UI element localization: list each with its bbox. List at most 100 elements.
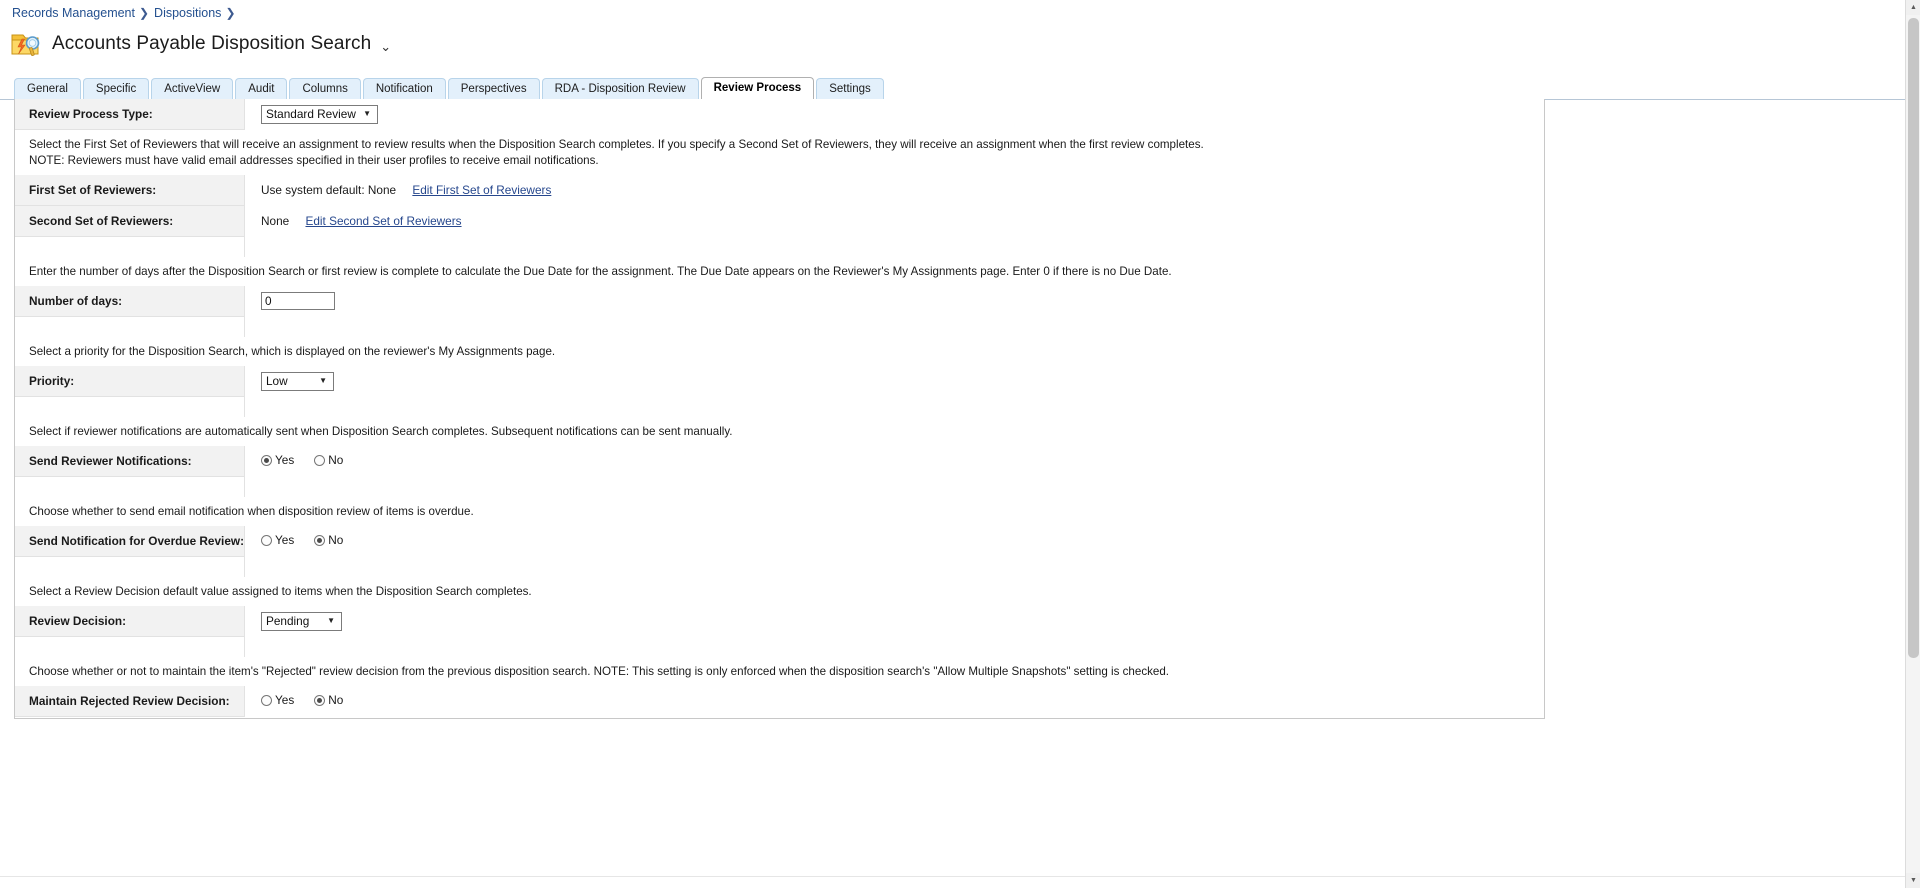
edit-second-set-of-reviewers-link[interactable]: Edit Second Set of Reviewers [305,214,461,228]
notifications-description-cell: Select if reviewer notifications are aut… [15,416,1544,446]
value-send-reviewer-notifications: Yes No [244,446,1544,477]
send-reviewer-notifications-no[interactable]: No [314,453,343,467]
radio-icon [261,454,272,466]
scroll-down-arrow[interactable]: ▼ [1906,873,1920,888]
breadcrumb: Records Management ❯ Dispositions ❯ [12,5,241,21]
value-first-set-of-reviewers: Use system default: None Edit First Set … [244,175,1544,206]
radio-label: Yes [275,533,295,548]
spacer-left [15,316,245,337]
tab-specific[interactable]: Specific [82,78,150,99]
send-notification-overdue-no[interactable]: No [314,533,343,547]
spacer-right [244,236,1544,257]
reviewers-note-text: NOTE: Reviewers must have valid email ad… [29,153,599,167]
scroll-thumb[interactable] [1908,18,1919,658]
label-maintain-rejected: Maintain Rejected Review Decision: [15,686,245,717]
row-notifications-description: Select if reviewer notifications are aut… [15,416,1544,446]
tab-perspectives[interactable]: Perspectives [447,78,540,99]
spacer-left [15,636,245,657]
label-second-set-of-reviewers: Second Set of Reviewers: [15,205,245,237]
maintain-rejected-no[interactable]: No [314,693,343,707]
spacer [15,476,1544,497]
row-reviewers-description: Select the First Set of Reviewers that w… [15,129,1544,175]
value-review-process-type: Standard Review ▼ [244,99,1544,130]
spacer [15,556,1544,577]
number-of-days-input[interactable] [261,292,335,310]
row-decision-description: Select a Review Decision default value a… [15,576,1544,606]
overdue-description-cell: Choose whether to send email notificatio… [15,496,1544,526]
tab-review-process[interactable]: Review Process [700,77,815,99]
label-send-notification-overdue: Send Notification for Overdue Review: [15,526,245,557]
spacer [15,396,1544,417]
radio-label: Yes [275,693,295,708]
breadcrumb-link-records-management[interactable]: Records Management [12,6,135,20]
priority-description-cell: Select a priority for the Disposition Se… [15,336,1544,366]
review-process-type-select-wrap: Standard Review ▼ [261,104,378,124]
radio-label: Yes [275,453,295,468]
row-send-notification-overdue: Send Notification for Overdue Review: Ye… [15,526,1544,557]
disposition-search-icon [10,29,44,59]
row-review-decision: Review Decision: Pending ▼ [15,606,1544,637]
tab-activeview[interactable]: ActiveView [151,78,234,99]
radio-label: No [328,533,344,548]
tab-bar: General Specific ActiveView Audit Column… [0,77,1920,100]
review-decision-select-wrap: Pending ▼ [261,611,342,631]
maintain-rejected-yes[interactable]: Yes [261,693,294,707]
page-header: Accounts Payable Disposition Search ⌄ [10,27,391,61]
scroll-up-arrow[interactable]: ▲ [1906,0,1920,15]
label-first-set-of-reviewers: First Set of Reviewers: [15,175,245,206]
spacer-left [15,476,245,497]
spacer-left [15,556,245,577]
decision-description-cell: Select a Review Decision default value a… [15,576,1544,606]
label-review-decision: Review Decision: [15,606,245,637]
row-priority-description: Select a priority for the Disposition Se… [15,336,1544,366]
review-decision-select[interactable]: Pending [261,611,342,631]
tab-audit[interactable]: Audit [235,78,288,99]
value-second-set-of-reviewers: None Edit Second Set of Reviewers [244,205,1544,237]
bottom-divider [0,876,1905,888]
first-set-value: Use system default: None [261,183,397,197]
spacer [15,316,1544,337]
reviewers-description-cell: Select the First Set of Reviewers that w… [15,129,1544,175]
radio-label: No [328,453,344,468]
spacer-right [244,556,1544,577]
tab-settings[interactable]: Settings [816,78,884,99]
radio-icon [261,534,272,546]
send-reviewer-notifications-yes[interactable]: Yes [261,453,294,467]
page-title: Accounts Payable Disposition Search [52,33,372,54]
priority-select[interactable]: Low [261,371,334,391]
spacer-left [15,236,245,257]
spacer [15,636,1544,657]
label-review-process-type: Review Process Type: [15,99,245,130]
breadcrumb-separator: ❯ [225,6,236,20]
page-scrollbar[interactable]: ▲ ▼ [1905,0,1920,888]
row-overdue-description: Choose whether to send email notificatio… [15,496,1544,526]
value-review-decision: Pending ▼ [244,606,1544,637]
row-maintain-rejected: Maintain Rejected Review Decision: Yes N… [15,686,1544,717]
tab-rda-disposition-review[interactable]: RDA - Disposition Review [541,78,699,99]
value-maintain-rejected: Yes No [244,686,1544,717]
spacer-right [244,316,1544,337]
radio-icon [314,454,326,466]
review-process-type-select[interactable]: Standard Review [261,104,378,124]
tab-notification[interactable]: Notification [362,78,446,99]
reviewers-description-text: Select the First Set of Reviewers that w… [29,138,1204,151]
send-notification-overdue-yes[interactable]: Yes [261,533,294,547]
rejected-description-cell: Choose whether or not to maintain the it… [15,656,1544,686]
edit-first-set-of-reviewers-link[interactable]: Edit First Set of Reviewers [412,183,551,197]
radio-label: No [328,693,344,708]
value-priority: Low ▼ [244,366,1544,397]
row-send-reviewer-notifications: Send Reviewer Notifications: Yes No [15,446,1544,477]
priority-select-wrap: Low ▼ [261,371,334,391]
tab-general[interactable]: General [14,78,81,99]
chevron-down-icon[interactable]: ⌄ [380,40,391,53]
spacer-left [15,396,245,417]
row-review-process-type: Review Process Type: Standard Review ▼ [15,99,1544,130]
tab-columns[interactable]: Columns [289,78,361,99]
spacer-right [244,636,1544,657]
label-number-of-days: Number of days: [15,286,245,317]
spacer [15,236,1544,257]
days-description-cell: Enter the number of days after the Dispo… [15,256,1544,286]
breadcrumb-link-dispositions[interactable]: Dispositions [154,6,221,20]
value-send-notification-overdue: Yes No [244,526,1544,557]
spacer-right [244,476,1544,497]
